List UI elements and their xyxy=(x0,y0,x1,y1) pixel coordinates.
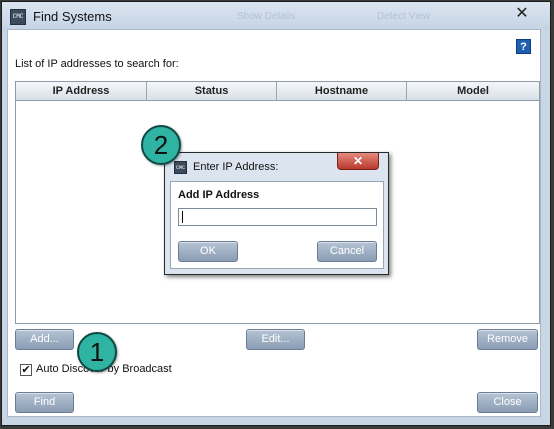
dialog-app-icon: CMC xyxy=(174,161,187,174)
enter-ip-dialog: CMC Enter IP Address: ✕ Add IP Address O… xyxy=(164,152,389,275)
list-header: IP Address Status Hostname Model xyxy=(16,82,539,101)
dialog-close-icon[interactable]: ✕ xyxy=(337,153,379,170)
dialog-client-area: Add IP Address OK Cancel xyxy=(170,181,384,269)
remove-button[interactable]: Remove xyxy=(477,329,538,350)
ghost-label: Detect View xyxy=(377,11,431,22)
close-icon[interactable]: ✕ xyxy=(508,4,536,24)
title-bar[interactable]: CMC Find Systems Show Details Detect Vie… xyxy=(2,2,550,30)
column-header-model[interactable]: Model xyxy=(407,82,539,101)
cancel-button[interactable]: Cancel xyxy=(317,241,377,262)
ip-address-input[interactable] xyxy=(178,208,377,226)
column-header-hostname[interactable]: Hostname xyxy=(277,82,407,101)
column-header-ip-address[interactable]: IP Address xyxy=(16,82,147,101)
column-header-status[interactable]: Status xyxy=(147,82,277,101)
window-title: Find Systems xyxy=(33,9,112,24)
find-button[interactable]: Find xyxy=(15,392,74,413)
edit-button[interactable]: Edit... xyxy=(246,329,305,350)
help-icon[interactable]: ? xyxy=(516,39,531,54)
annotation-badge-1: 1 xyxy=(77,332,117,372)
add-ip-heading: Add IP Address xyxy=(178,189,260,201)
app-icon: CMC xyxy=(10,9,26,25)
text-caret xyxy=(182,211,183,223)
ok-button[interactable]: OK xyxy=(178,241,238,262)
close-button[interactable]: Close xyxy=(477,392,538,413)
list-label: List of IP addresses to search for: xyxy=(15,58,179,70)
annotation-badge-2: 2 xyxy=(141,125,181,165)
dialog-title: Enter IP Address: xyxy=(193,161,279,173)
ghost-label: Show Details xyxy=(237,11,296,22)
add-button[interactable]: Add... xyxy=(15,329,74,350)
auto-discover-checkbox[interactable]: ✔ xyxy=(20,364,32,376)
